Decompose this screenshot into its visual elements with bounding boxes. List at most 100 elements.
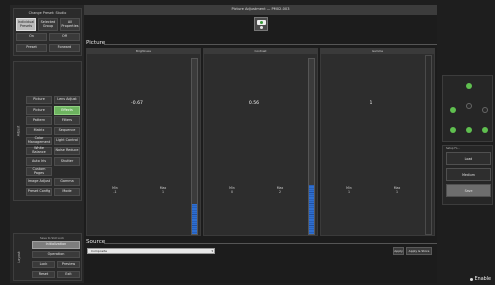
operation-button[interactable]: Operation bbox=[32, 251, 80, 258]
chevron-down-icon: ▾ bbox=[211, 249, 213, 253]
left-panel: Change Preset: Studio Individual Presets… bbox=[10, 5, 85, 283]
down-button[interactable] bbox=[463, 124, 474, 135]
save-button[interactable]: Save bbox=[446, 184, 491, 197]
left-button[interactable] bbox=[447, 104, 458, 115]
right-dot-icon bbox=[481, 106, 488, 113]
max-readout: Max 2 bbox=[270, 186, 290, 195]
load-button[interactable]: Load bbox=[446, 152, 491, 165]
adjust-button-mode[interactable]: Mode bbox=[54, 187, 80, 197]
adjust-button-lens-adjust[interactable]: Lens Adjust bbox=[54, 96, 80, 105]
adjust-panel-header: Gamma bbox=[321, 49, 434, 54]
adjust-panel-1: Contrast 0.56 Min 0 Max 2 bbox=[203, 48, 318, 236]
app-window: Change Preset: Studio Individual Presets… bbox=[0, 0, 495, 285]
min-value: -1 bbox=[113, 190, 117, 195]
down-left-button[interactable] bbox=[447, 124, 458, 135]
source-dropdown[interactable]: Composite ▾ bbox=[87, 248, 215, 254]
adjust-button-light-control[interactable]: Light Control bbox=[54, 136, 80, 146]
adjust-button-pattern[interactable]: Pattern bbox=[26, 116, 52, 125]
min-value: 1 bbox=[347, 190, 351, 195]
main-area: Picture Adjustment — PM02-003 Picture Br… bbox=[84, 5, 437, 283]
adjust-group: Adjust Picture Lens Adjust Picture Effects P… bbox=[13, 61, 82, 201]
adjust-button-gamma[interactable]: Gamma bbox=[54, 177, 80, 186]
down-right-button[interactable] bbox=[479, 124, 490, 135]
up-button[interactable] bbox=[463, 80, 474, 91]
camera-status-icon bbox=[257, 20, 266, 25]
down-right-arrow-icon bbox=[481, 126, 488, 133]
adjust-panel-2: Gamma 1 Min 1 Max 1 bbox=[320, 48, 435, 236]
adjust-button-picture[interactable]: Picture bbox=[26, 106, 52, 115]
tab-all-properties[interactable]: All Properties bbox=[60, 18, 80, 31]
adjust-button-custom-pages[interactable]: Custom Pages bbox=[26, 167, 52, 176]
source-section-title: Source bbox=[86, 239, 106, 245]
medium-button[interactable]: Medium bbox=[446, 168, 491, 181]
enable-toggle[interactable]: Enable bbox=[469, 277, 491, 282]
off-button[interactable]: Off bbox=[49, 33, 80, 41]
level-slider[interactable] bbox=[308, 58, 315, 235]
picture-section-title: Picture bbox=[86, 40, 106, 46]
center-dot-icon bbox=[465, 102, 472, 109]
max-value: 1 bbox=[161, 190, 165, 195]
enable-radio-icon bbox=[469, 278, 473, 281]
window-title: Picture Adjustment — PM02-003 bbox=[231, 7, 290, 11]
initialization-button[interactable]: Initialization bbox=[32, 241, 80, 249]
preview-button[interactable]: Preview bbox=[57, 261, 80, 268]
change-mode-title: Change Preset: Studio bbox=[28, 11, 67, 15]
adjust-button-shutter[interactable]: Shutter bbox=[54, 157, 80, 166]
adjust-button-sequence[interactable]: Sequence bbox=[54, 126, 80, 135]
adjust-button-auto-iris[interactable]: Auto Iris bbox=[26, 157, 52, 166]
down-left-arrow-icon bbox=[449, 126, 456, 133]
adjust-section-label: Adjust bbox=[16, 125, 21, 137]
adjust-button-noise-reduce[interactable]: Noise Reduce bbox=[54, 147, 80, 156]
adjust-panel-0: Brightness -0.67 Min -1 Max 1 bbox=[86, 48, 201, 236]
direction-pad bbox=[442, 75, 493, 142]
forward-button[interactable]: Forward bbox=[49, 44, 80, 52]
adjust-value: -0.67 bbox=[131, 101, 143, 106]
adjust-value: 0.56 bbox=[248, 101, 260, 106]
lock-button[interactable]: Lock bbox=[32, 261, 55, 268]
picture-scrollbar[interactable] bbox=[425, 55, 432, 235]
min-value: 0 bbox=[230, 190, 234, 195]
adjust-button-preset-config[interactable]: Preset Config bbox=[26, 187, 52, 197]
adjust-panel-header: Contrast bbox=[204, 49, 317, 54]
min-readout: Min 1 bbox=[339, 186, 359, 195]
on-button[interactable]: On bbox=[16, 33, 47, 41]
adjust-button-filters[interactable]: Filters bbox=[54, 116, 80, 125]
adjust-button-effects[interactable]: Effects bbox=[54, 106, 80, 115]
preset-button[interactable]: Preset bbox=[16, 44, 47, 52]
min-readout: Min -1 bbox=[105, 186, 125, 195]
bottom-group: Layout Save to Slot Lock Initialization … bbox=[13, 233, 82, 281]
apply-button[interactable]: Apply bbox=[393, 247, 404, 255]
reset-button[interactable]: Reset bbox=[32, 271, 55, 278]
left-arrow-icon bbox=[449, 106, 456, 113]
adjust-button-image-adjust[interactable]: Image Adjust bbox=[26, 177, 52, 186]
adjust-button-matrix[interactable]: Matrix bbox=[26, 126, 52, 135]
source-divider bbox=[104, 243, 437, 244]
source-dropdown-value: Composite bbox=[91, 249, 108, 253]
apply-store-button[interactable]: Apply & Store bbox=[406, 247, 432, 255]
setup-group-title: Setup Fo... bbox=[446, 147, 460, 150]
max-value: 2 bbox=[278, 190, 282, 195]
tab-selected-group[interactable]: Selected Group bbox=[38, 18, 58, 31]
level-fill bbox=[192, 204, 197, 234]
camera-selector[interactable] bbox=[254, 17, 268, 31]
max-readout: Max 1 bbox=[387, 186, 407, 195]
adjust-button-picture[interactable]: Picture bbox=[26, 96, 52, 105]
tab-individual[interactable]: Individual Presets bbox=[16, 18, 36, 31]
change-mode-group: Change Preset: Studio Individual Presets… bbox=[13, 8, 82, 56]
camera-dot-icon bbox=[260, 26, 263, 29]
max-readout: Max 1 bbox=[153, 186, 173, 195]
right-button[interactable] bbox=[479, 104, 490, 115]
adjust-value: 1 bbox=[369, 101, 373, 106]
adjust-button-color-management[interactable]: Color Management bbox=[26, 136, 52, 146]
adjust-button-white-balance[interactable]: White Balance bbox=[26, 147, 52, 156]
enable-label: Enable bbox=[474, 277, 491, 282]
min-readout: Min 0 bbox=[222, 186, 242, 195]
title-bar: Picture Adjustment — PM02-003 bbox=[84, 5, 437, 15]
exit-button[interactable]: Exit bbox=[57, 271, 80, 278]
down-arrow-icon bbox=[465, 126, 472, 133]
level-slider[interactable] bbox=[191, 58, 198, 235]
max-value: 1 bbox=[395, 190, 399, 195]
right-panel: Setup Fo... Load Medium Save Enable bbox=[440, 75, 495, 285]
picture-divider bbox=[104, 44, 437, 45]
center-button[interactable] bbox=[463, 100, 474, 111]
